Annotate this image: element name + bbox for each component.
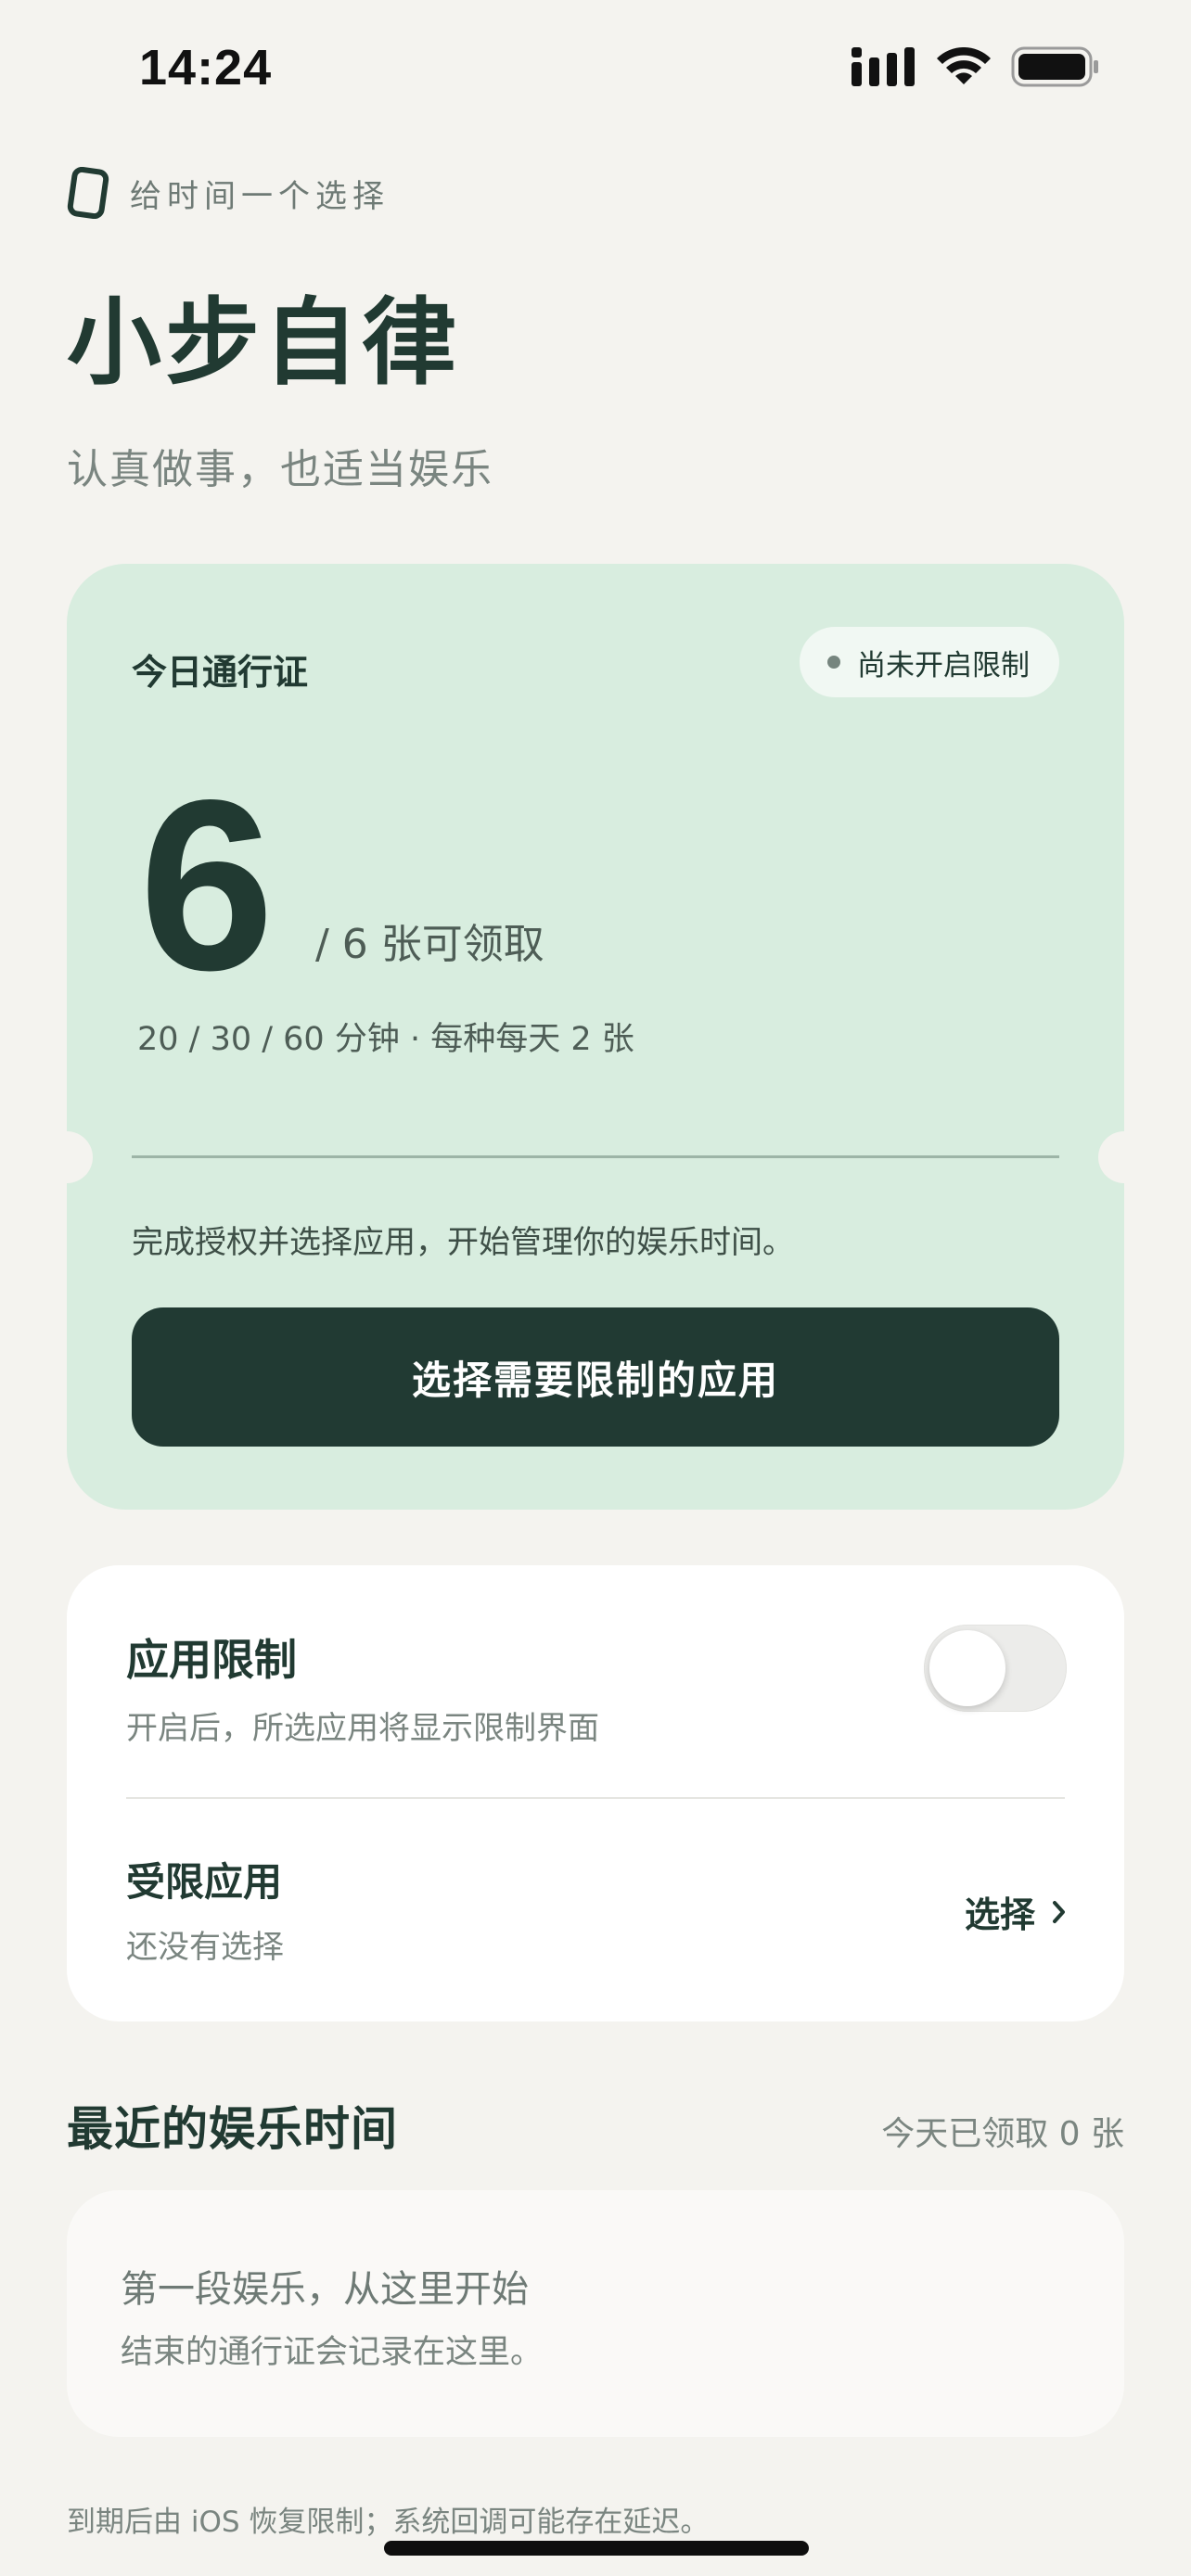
- tagline-row: 给时间一个选择: [67, 167, 390, 219]
- select-apps-link[interactable]: 选择: [965, 1886, 1067, 1937]
- home-indicator: [384, 2541, 809, 2556]
- pass-label: 今日通行证: [132, 652, 309, 693]
- pass-detail: 20 / 30 / 60 分钟 · 每种每天 2 张: [137, 1021, 634, 1058]
- select-restricted-apps-button[interactable]: 选择需要限制的应用: [132, 1307, 1059, 1447]
- restricted-apps-value: 还没有选择: [126, 1929, 284, 1966]
- status-bar: 14:24: [0, 0, 1191, 139]
- status-dot-icon: [827, 656, 840, 669]
- footer-note: 到期后由 iOS 恢复限制；系统回调可能存在延迟。: [67, 2506, 710, 2539]
- available-pass-count: 6: [139, 749, 275, 1021]
- restricted-apps-title: 受限应用: [126, 1859, 283, 1905]
- recent-section-title: 最近的娱乐时间: [67, 2102, 398, 2156]
- app-limit-toggle[interactable]: [924, 1625, 1067, 1712]
- pass-hint: 完成授权并选择应用，开始管理你的娱乐时间。: [132, 1224, 794, 1261]
- pass-total-text: / 6 张可领取: [315, 921, 544, 968]
- wifi-icon: [937, 47, 991, 84]
- recent-count: 今天已领取 0 张: [881, 2115, 1124, 2153]
- tagline: 给时间一个选择: [130, 177, 390, 215]
- empty-state-title: 第一段娱乐，从这里开始: [121, 2268, 529, 2311]
- chevron-right-icon: [1053, 1900, 1065, 1923]
- page-subtitle: 认真做事，也适当娱乐: [67, 446, 493, 493]
- phone-outline-icon: [67, 167, 109, 219]
- battery-icon: [1011, 46, 1098, 87]
- app-limit-description: 开启后，所选应用将显示限制界面: [126, 1710, 599, 1747]
- select-apps-label: 选择: [964, 1894, 1035, 1935]
- empty-state-description: 结束的通行证会记录在这里。: [121, 2334, 544, 2371]
- ticket-notch-left: [41, 1131, 93, 1183]
- app-limit-title: 应用限制: [126, 1635, 297, 1685]
- pass-divider: [132, 1155, 1059, 1158]
- recent-empty-card: 第一段娱乐，从这里开始 结束的通行证会记录在这里。: [67, 2190, 1124, 2437]
- settings-card: 应用限制 开启后，所选应用将显示限制界面 受限应用 还没有选择 选择: [67, 1565, 1124, 2021]
- status-badge-text: 尚未开启限制: [857, 648, 1030, 682]
- page-title: 小步自律: [67, 288, 460, 399]
- toggle-knob: [929, 1630, 1005, 1706]
- cellular-signal-icon: [852, 47, 915, 86]
- status-time: 14:24: [139, 40, 273, 96]
- status-badge: 尚未开启限制: [800, 627, 1059, 697]
- today-pass-card: 今日通行证 尚未开启限制 6 / 6 张可领取 20 / 30 / 60 分钟 …: [67, 564, 1124, 1510]
- status-icons: [852, 46, 1100, 87]
- settings-divider: [126, 1797, 1065, 1799]
- ticket-notch-right: [1098, 1131, 1150, 1183]
